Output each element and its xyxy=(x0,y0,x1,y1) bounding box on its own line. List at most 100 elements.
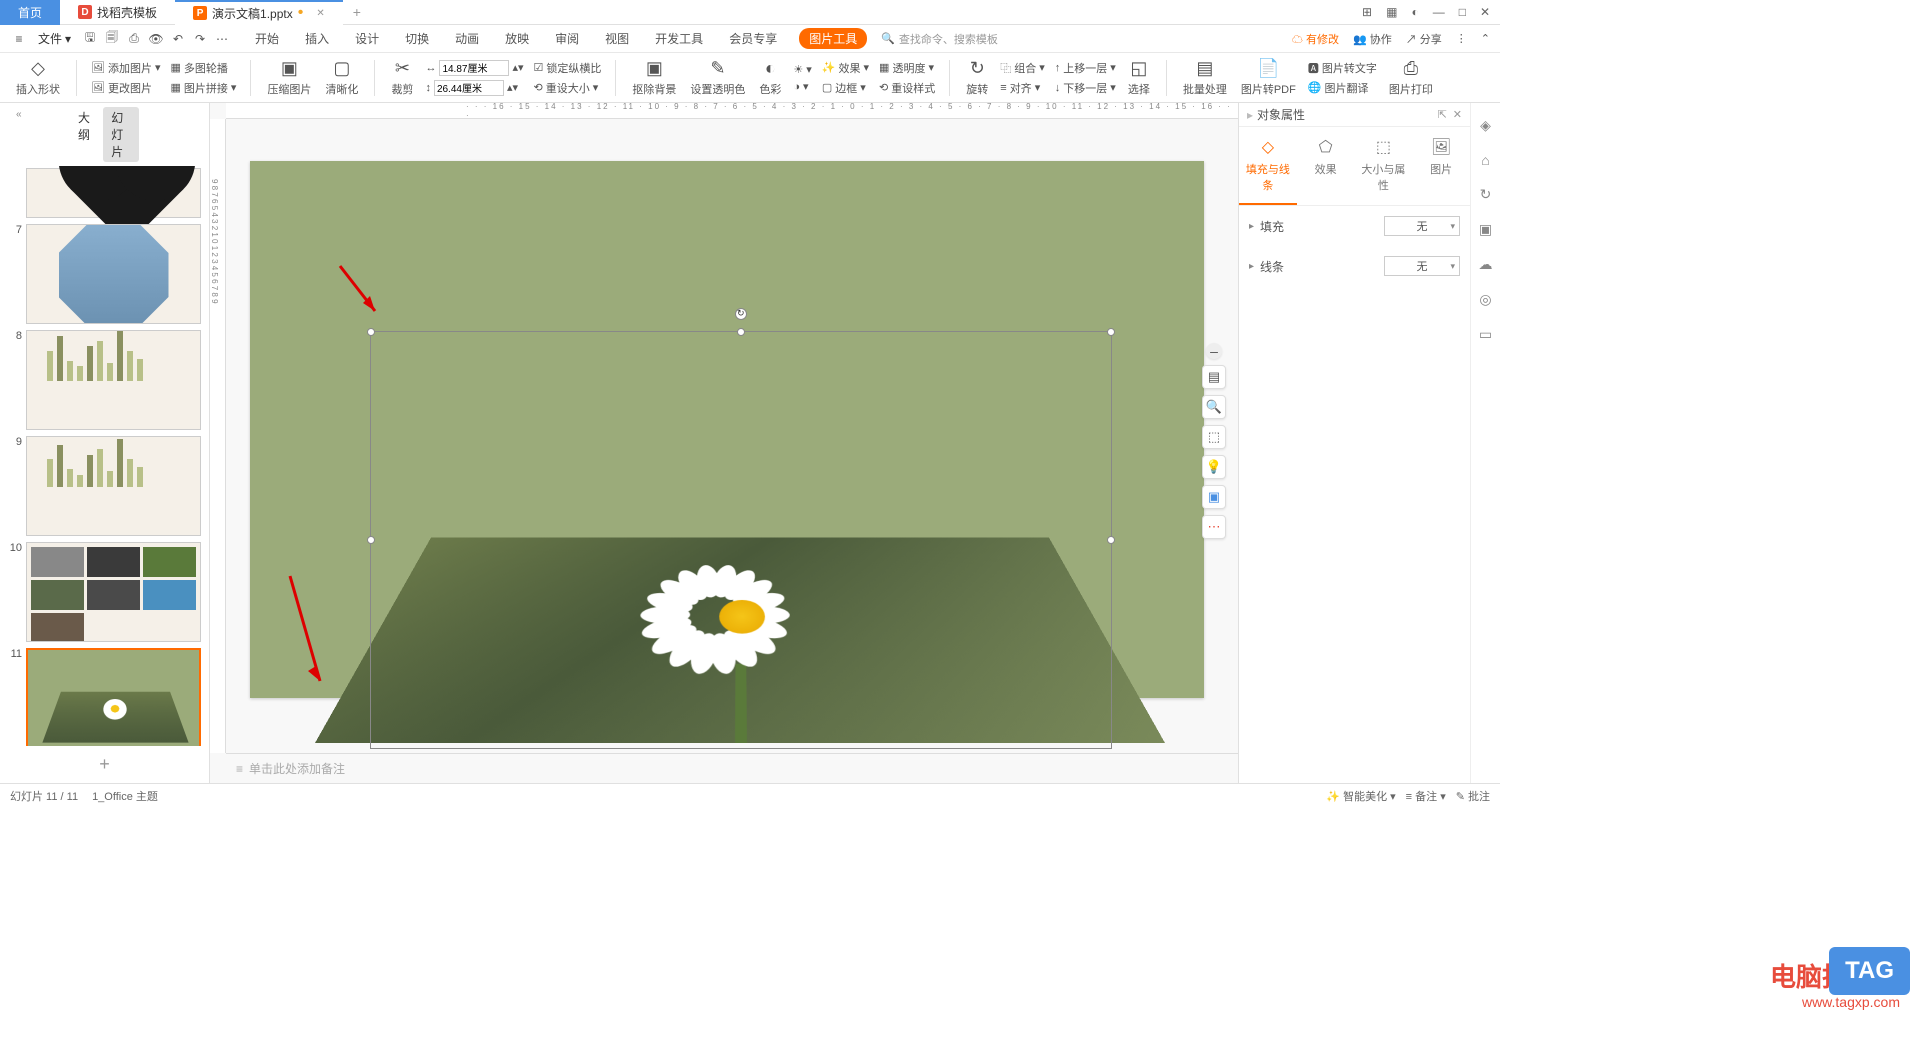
clarity-button[interactable]: ▢清晰化 xyxy=(321,58,362,97)
tab-fill-line[interactable]: ◇填充与线条 xyxy=(1239,127,1297,205)
comment-toggle[interactable]: ✎ 批注 xyxy=(1456,788,1490,804)
align-button[interactable]: ≡ 对齐 ▾ xyxy=(998,79,1047,97)
tab-home[interactable]: 首页 xyxy=(0,0,60,25)
menu-slideshow[interactable]: 放映 xyxy=(501,28,533,49)
save-as-icon[interactable]: 🗐 xyxy=(103,30,121,48)
border-button[interactable]: ▢ 边框 ▾ xyxy=(820,79,871,97)
picture-tools-tab[interactable]: 图片工具 xyxy=(799,28,867,49)
side-refresh-icon[interactable]: ↻ xyxy=(1480,186,1492,203)
menu-insert[interactable]: 插入 xyxy=(301,28,333,49)
maximize-icon[interactable]: □ xyxy=(1459,5,1466,19)
more-tools-icon[interactable]: ⋯ xyxy=(1202,515,1226,539)
height-input[interactable]: ↕ ▴▾ xyxy=(423,79,525,97)
hamburger-icon[interactable]: ≡ xyxy=(10,30,28,48)
add-slide-button[interactable]: + xyxy=(0,746,209,783)
to-pdf-button[interactable]: 📄图片转PDF xyxy=(1237,58,1300,97)
collab-button[interactable]: 👥 协作 xyxy=(1353,31,1392,47)
share-button[interactable]: ↗ 分享 xyxy=(1406,31,1442,47)
handle-n[interactable] xyxy=(737,328,745,336)
effect-button[interactable]: ✨ 效果 ▾ xyxy=(820,59,871,77)
save-icon[interactable]: 🖫 xyxy=(81,30,99,48)
selection-box[interactable] xyxy=(370,331,1112,749)
insert-shape-group[interactable]: ◇插入形状 xyxy=(12,58,64,97)
image-join-button[interactable]: ▦ 图片拼接 ▾ xyxy=(169,79,239,97)
zoom-icon[interactable]: 🔍 xyxy=(1202,395,1226,419)
ai-icon[interactable]: ▣ xyxy=(1202,485,1226,509)
panel-drag-icon[interactable]: ▸ xyxy=(1247,108,1253,122)
layers-icon[interactable]: ▤ xyxy=(1202,365,1226,389)
reset-style-button[interactable]: ⟲ 重设样式 xyxy=(877,79,937,97)
collapse-tools-icon[interactable]: – xyxy=(1206,343,1222,359)
tab-size[interactable]: ⬚大小与属性 xyxy=(1355,127,1413,205)
move-up-button[interactable]: ↑ 上移一层 ▾ xyxy=(1053,59,1118,77)
select-button[interactable]: ◱选择 xyxy=(1124,58,1154,97)
file-menu[interactable]: 文件 ▾ xyxy=(32,28,77,49)
multi-outline-button[interactable]: ▦ 多图轮播 xyxy=(169,59,239,77)
side-location-icon[interactable]: ◎ xyxy=(1479,291,1491,308)
reset-size-button[interactable]: ⟲ 重设大小 ▾ xyxy=(531,79,603,97)
menu-view[interactable]: 视图 xyxy=(601,28,633,49)
minimize-icon[interactable]: — xyxy=(1433,5,1445,19)
menu-start[interactable]: 开始 xyxy=(251,28,283,49)
redo-icon[interactable]: ↷ xyxy=(191,30,209,48)
tab-add[interactable]: + xyxy=(343,4,371,20)
side-home-icon[interactable]: ⌂ xyxy=(1481,152,1489,168)
collapse-ribbon-icon[interactable]: ⌃ xyxy=(1481,32,1490,45)
notes-area[interactable]: ≡单击此处添加备注 xyxy=(226,753,1238,783)
add-image-button[interactable]: 🖼 添加图片 ▾ xyxy=(89,59,163,77)
batch-button[interactable]: ▤批量处理 xyxy=(1179,58,1231,97)
fill-select[interactable]: 无 xyxy=(1384,216,1460,236)
side-book-icon[interactable]: ▭ xyxy=(1479,326,1492,343)
crop-tool-icon[interactable]: ⬚ xyxy=(1202,425,1226,449)
outline-tab[interactable]: 大纲 xyxy=(70,107,99,162)
user-icon[interactable]: ◐ xyxy=(1411,5,1418,19)
color-button[interactable]: ◐色彩 xyxy=(755,58,785,97)
apps-icon[interactable]: ▦ xyxy=(1386,5,1397,19)
beautify-button[interactable]: ✨ 智能美化 ▾ xyxy=(1326,788,1395,804)
undo-icon[interactable]: ↶ xyxy=(169,30,187,48)
side-diamond-icon[interactable]: ◈ xyxy=(1480,117,1491,134)
lock-ratio-checkbox[interactable]: ☑ 锁定纵横比 xyxy=(531,59,603,77)
rotate-button[interactable]: ↻旋转 xyxy=(962,58,992,97)
side-cloud-icon[interactable]: ☁ xyxy=(1479,256,1493,273)
menu-animation[interactable]: 动画 xyxy=(451,28,483,49)
move-down-button[interactable]: ↓ 下移一层 ▾ xyxy=(1053,79,1118,97)
slide-thumb-8[interactable] xyxy=(26,330,201,430)
menu-member[interactable]: 会员专享 xyxy=(725,28,781,49)
tab-picture[interactable]: 🖼图片 xyxy=(1412,127,1470,205)
slide-thumb-6[interactable] xyxy=(26,168,201,218)
unsaved-indicator[interactable]: ☁ 有修改 xyxy=(1292,31,1339,47)
pin-icon[interactable]: ⇱ xyxy=(1438,108,1447,121)
idea-icon[interactable]: 💡 xyxy=(1202,455,1226,479)
change-image-button[interactable]: 🖼 更改图片 xyxy=(89,79,163,97)
slides-tab[interactable]: 幻灯片 xyxy=(103,107,139,162)
compress-button[interactable]: ▣压缩图片 xyxy=(263,58,315,97)
notes-toggle[interactable]: ≡ 备注 ▾ xyxy=(1406,788,1446,804)
slide-canvas[interactable] xyxy=(250,161,1204,698)
command-search[interactable]: 🔍 查找命令、搜索模板 xyxy=(881,31,998,47)
close-tab-icon[interactable]: ✕ xyxy=(316,8,324,19)
bright-button[interactable]: ☀ ▾ xyxy=(791,62,813,77)
handle-w[interactable] xyxy=(367,536,375,544)
print-image-button[interactable]: ⎙图片打印 xyxy=(1385,58,1437,97)
side-layers-icon[interactable]: ▣ xyxy=(1479,221,1492,238)
menu-dev[interactable]: 开发工具 xyxy=(651,28,707,49)
group-button[interactable]: ⿻ 组合 ▾ xyxy=(998,59,1047,77)
remove-bg-button[interactable]: ▣抠除背景 xyxy=(628,58,680,97)
menu-design[interactable]: 设计 xyxy=(351,28,383,49)
crop-button[interactable]: ✂裁剪 xyxy=(387,58,417,97)
tab-templates[interactable]: D找稻壳模板 xyxy=(60,0,175,25)
extract-text-button[interactable]: 🅰 图片转文字 xyxy=(1306,59,1379,77)
width-input[interactable]: ↔ ▴▾ xyxy=(423,59,525,77)
slide-thumb-10[interactable] xyxy=(26,542,201,642)
tab-document[interactable]: P演示文稿1.pptx•✕ xyxy=(175,0,343,25)
print-icon[interactable]: ⎙ xyxy=(125,30,143,48)
handle-e[interactable] xyxy=(1107,536,1115,544)
translate-button[interactable]: 🌐 图片翻译 xyxy=(1306,79,1379,97)
fill-section[interactable]: ▸填充无 xyxy=(1239,206,1470,246)
more-icon[interactable]: ⋯ xyxy=(213,30,231,48)
collapse-panel-icon[interactable]: « xyxy=(8,107,30,122)
slide-thumb-11[interactable] xyxy=(26,648,201,746)
menu-review[interactable]: 审阅 xyxy=(551,28,583,49)
slide-thumb-9[interactable] xyxy=(26,436,201,536)
